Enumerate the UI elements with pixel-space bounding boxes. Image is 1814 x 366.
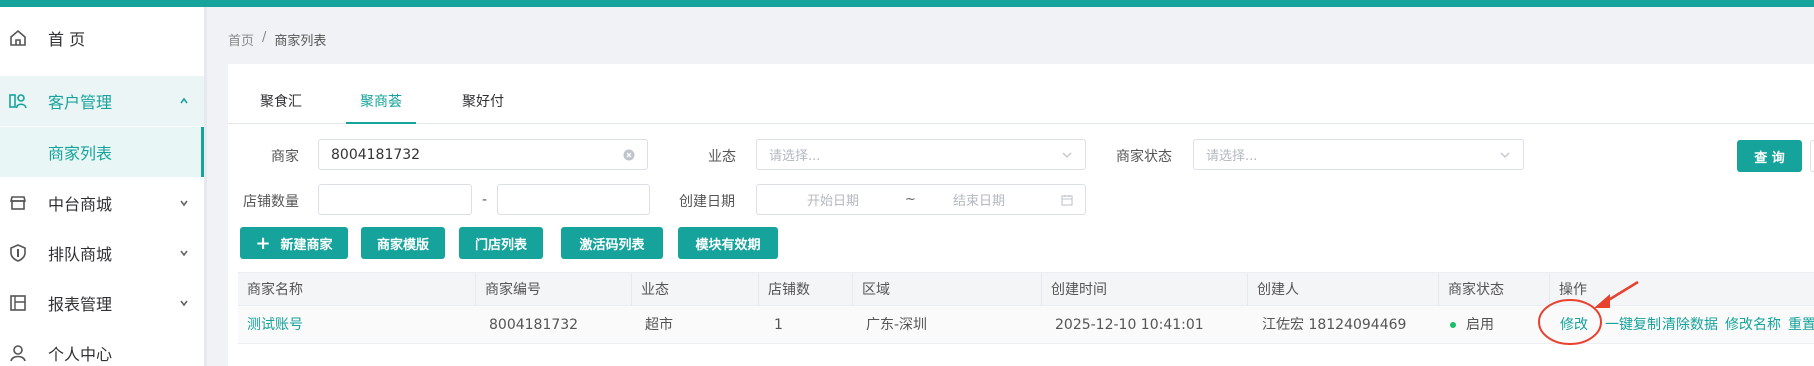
status-select-placeholder: 请选择... <box>1206 149 1258 164</box>
customer-icon <box>7 90 29 112</box>
column-header-actions: 操作 <box>1559 282 1587 298</box>
breadcrumb-home[interactable]: 首页 <box>228 30 254 49</box>
start-date-placeholder: 开始日期 <box>807 194 860 209</box>
store-list-button[interactable]: 门店列表 <box>459 227 543 259</box>
reset-link[interactable]: 重置 <box>1788 306 1814 344</box>
status-select[interactable]: 请选择... <box>1193 139 1524 170</box>
status-label: 商家状态 <box>1116 149 1172 165</box>
sidebar-item-customer[interactable]: 客户管理 <box>0 76 204 126</box>
tab-juhaofu[interactable]: 聚好付 <box>458 84 508 124</box>
status-text: 启用 <box>1466 317 1494 333</box>
region-cell: 广东-深圳 <box>866 317 928 333</box>
clear-data-link[interactable]: 清除数据 <box>1662 306 1718 344</box>
clear-icon[interactable] <box>623 149 635 161</box>
business-select[interactable]: 请选择... <box>756 139 1086 170</box>
tab-jushihui[interactable]: 聚食汇 <box>256 84 306 124</box>
chevron-down-icon <box>1499 149 1511 161</box>
table-header: 商家名称 商家编号 业态 店铺数 区域 创建时间 创建人 商家状态 操作 <box>238 272 1814 307</box>
sidebar-item-mall[interactable]: 中台商城 <box>0 178 204 228</box>
column-header-creator: 创建人 <box>1248 273 1439 307</box>
column-header-code: 商家编号 <box>476 273 632 307</box>
sidebar-item-home[interactable]: 首 页 <box>0 13 204 63</box>
shop-icon <box>7 192 29 214</box>
merchant-input[interactable]: 8004181732 <box>318 139 648 170</box>
sidebar-item-label: 报表管理 <box>48 295 113 314</box>
status-dot <box>1450 322 1456 328</box>
chevron-down-icon <box>1061 149 1073 161</box>
sidebar-subitem-merchant-list[interactable]: 商家列表 <box>0 127 204 177</box>
column-header-stores: 店铺数 <box>759 273 853 307</box>
end-date-placeholder: 结束日期 <box>953 194 1006 209</box>
query-button[interactable]: 查 询 <box>1737 140 1802 172</box>
breadcrumb-current: 商家列表 <box>274 34 327 49</box>
new-merchant-label: 新建商家 <box>280 237 333 253</box>
sidebar-item-label: 中台商城 <box>48 195 113 214</box>
chevron-down-icon <box>178 247 190 259</box>
sidebar-item-label: 客户管理 <box>48 93 113 112</box>
report-icon <box>7 292 29 314</box>
top-accent-bar <box>0 0 1814 7</box>
sidebar-item-profile[interactable]: 个人中心 <box>0 328 204 366</box>
store-count-label: 店铺数量 <box>243 194 299 210</box>
business-select-placeholder: 请选择... <box>769 149 821 164</box>
chevron-up-icon <box>178 95 190 107</box>
shield-icon <box>7 242 29 264</box>
merchant-input-value: 8004181732 <box>331 146 421 163</box>
reset-button-edge[interactable] <box>1810 140 1814 172</box>
home-icon <box>7 27 29 49</box>
sidebar-item-label: 首 页 <box>48 30 86 49</box>
merchant-code-cell: 8004181732 <box>489 317 579 333</box>
range-separator: - <box>482 192 488 208</box>
sidebar-item-label: 个人中心 <box>48 345 113 364</box>
created-date-label: 创建日期 <box>679 194 735 210</box>
calendar-icon <box>1061 194 1073 206</box>
chevron-down-icon <box>178 297 190 309</box>
merchant-label: 商家 <box>271 149 299 165</box>
business-label: 业态 <box>708 149 736 165</box>
chevron-down-icon <box>178 197 190 209</box>
sidebar-subitem-label: 商家列表 <box>48 144 113 163</box>
table-row: 测试账号 8004181732 超市 1 广东-深圳 2025-12-10 10… <box>238 306 1814 344</box>
sidebar-item-queue-mall[interactable]: 排队商城 <box>0 228 204 278</box>
stores-cell: 1 <box>774 317 783 333</box>
breadcrumb: 首页 / 商家列表 <box>228 30 326 49</box>
creator-cell: 江佐宏 18124094469 <box>1262 317 1407 333</box>
store-count-min-input[interactable] <box>318 184 472 215</box>
store-count-max-input[interactable] <box>497 184 650 215</box>
business-cell: 超市 <box>645 317 673 333</box>
merchant-name-link[interactable]: 测试账号 <box>238 306 303 344</box>
tab-jushanghui[interactable]: 聚商荟 <box>346 84 416 124</box>
created-at-cell: 2025-12-10 10:41:01 <box>1055 317 1204 333</box>
user-icon <box>7 342 29 364</box>
column-header-business: 业态 <box>632 273 759 307</box>
plus-icon: + <box>255 232 271 254</box>
column-header-name: 商家名称 <box>238 273 476 307</box>
breadcrumb-separator: / <box>262 30 267 45</box>
activation-code-list-button[interactable]: 激活码列表 <box>561 227 663 259</box>
status-cell: 启用 <box>1441 306 1494 344</box>
column-header-region: 区域 <box>853 273 1042 307</box>
module-validity-button[interactable]: 模块有效期 <box>678 227 778 259</box>
column-header-status: 商家状态 <box>1439 273 1550 307</box>
merchant-template-button[interactable]: 商家模版 <box>361 227 445 259</box>
sidebar-item-reports[interactable]: 报表管理 <box>0 278 204 328</box>
tab-bar: 聚食汇 聚商荟 聚好付 <box>228 84 1814 124</box>
one-click-copy-link[interactable]: 一键复制 <box>1605 306 1661 344</box>
date-range-picker[interactable]: 开始日期 ~ 结束日期 <box>756 184 1086 215</box>
column-header-created-at: 创建时间 <box>1042 273 1248 307</box>
new-merchant-button[interactable]: + 新建商家 <box>240 227 348 259</box>
sidebar-item-label: 排队商城 <box>48 245 113 264</box>
date-separator: ~ <box>905 192 916 207</box>
edit-link[interactable]: 修改 <box>1560 306 1588 344</box>
sidebar: 首 页 客户管理 商家列表 中台商城 排队商城 报表管理 个人中心 <box>0 7 207 366</box>
rename-link[interactable]: 修改名称 <box>1725 306 1781 344</box>
